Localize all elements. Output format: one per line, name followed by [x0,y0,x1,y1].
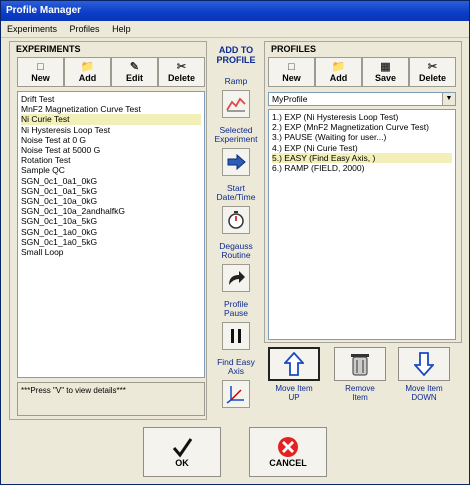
experiments-toolbar: □ New 📁 Add ✎ Edit ✂ Delete [17,57,205,87]
add-to-profile-title: ADD TO PROFILE [216,45,256,65]
experiment-list-item[interactable]: Noise Test at 0 G [21,135,201,145]
remove-item-button[interactable] [334,347,386,381]
add-find-easy-axis-button[interactable] [222,380,250,408]
save-profile-button[interactable]: ▦ Save [362,57,409,87]
delete-experiment-button[interactable]: ✂ Delete [158,57,205,87]
chevron-down-icon[interactable]: ▼ [442,93,455,105]
arrow-down-icon [414,352,434,376]
ok-button[interactable]: OK [143,427,221,477]
profile-list-item[interactable]: 3.) PAUSE (Waiting for user...) [272,132,452,142]
delete-profile-label: Delete [418,73,446,83]
new-experiment-label: New [31,73,50,83]
experiment-list-item[interactable]: Sample QC [21,165,201,175]
experiment-list-item[interactable]: SGN_0c1_1a0_5kG [21,237,201,247]
edit-icon: ✎ [129,61,140,73]
experiment-list-item[interactable]: Drift Test [21,94,201,104]
add-experiment-label: Add [78,73,97,83]
add-to-profile-column: ADD TO PROFILE Ramp Selected Experiment … [210,45,262,420]
cancel-icon [278,437,298,457]
experiment-list-item[interactable]: MnF2 Magnetization Curve Test [21,104,201,114]
add-profile-button[interactable]: 📁 Add [315,57,362,87]
pause-icon [231,329,241,343]
new-profile-button[interactable]: □ New [268,57,315,87]
profiles-panel: PROFILES □ New 📁 Add ▦ Save ✂ Delete MyP… [264,41,462,343]
remove-item-label: Remove Item [345,384,375,402]
add-pause-button[interactable] [222,322,250,350]
edit-experiment-button[interactable]: ✎ Edit [111,57,158,87]
folder-open-icon: 📁 [331,61,346,73]
new-profile-label: New [282,73,301,83]
experiment-list-item[interactable]: Noise Test at 5000 G [21,145,201,155]
experiment-list-item[interactable]: Small Loop [21,247,201,257]
experiment-list-item[interactable]: SGN_0c1_0a1_0kG [21,176,201,186]
add-degauss-button[interactable] [222,264,250,292]
profile-select-value: MyProfile [272,94,308,104]
move-item-up-button[interactable] [268,347,320,381]
experiment-list-item[interactable]: Ni Hysteresis Loop Test [21,125,201,135]
curved-arrow-icon [229,271,245,285]
new-icon: □ [37,61,44,73]
profiles-toolbar: □ New 📁 Add ▦ Save ✂ Delete [268,57,456,87]
profile-list-item[interactable]: 6.) RAMP (FIELD, 2000) [272,163,452,173]
arrow-right-icon [227,154,246,170]
experiment-list-item[interactable]: SGN_0c1_0a1_5kG [21,186,201,196]
start-datetime-label: Start Date/Time [216,183,256,202]
move-item-up-label: Move Item UP [275,384,313,402]
ok-label: OK [175,458,189,468]
experiment-list-item[interactable]: Ni Curie Test [21,114,201,125]
scissors-icon: ✂ [427,61,438,73]
profile-list-item[interactable]: 5.) EASY (Find Easy Axis, ) [272,152,452,164]
new-icon: □ [288,61,295,73]
move-item-down-button[interactable] [398,347,450,381]
experiment-list-item[interactable]: SGN_0c1_10a_0kG [21,196,201,206]
menu-bar: Experiments Profiles Help [1,21,469,38]
profile-items-list[interactable]: 1.) EXP (Ni Hysteresis Loop Test) 2.) EXP… [268,109,456,340]
details-note: ***Press "V" to view details*** [17,382,205,416]
axis-icon [226,386,244,404]
experiment-list-item[interactable]: Rotation Test [21,155,201,165]
find-easy-axis-label: Find Easy Axis [217,357,255,376]
arrow-up-icon [284,352,304,376]
ramp-icon [226,97,246,112]
delete-profile-button[interactable]: ✂ Delete [409,57,456,87]
window-title: Profile Manager [1,1,469,21]
profile-select[interactable]: MyProfile ▼ [268,92,456,106]
profile-list-item[interactable]: 1.) EXP (Ni Hysteresis Loop Test) [272,112,452,122]
add-experiment-button[interactable]: 📁 Add [64,57,111,87]
add-start-datetime-button[interactable] [222,206,250,234]
profile-pause-label: Profile Pause [223,299,249,318]
profiles-heading: PROFILES [271,44,317,54]
experiment-list-item[interactable]: SGN_0c1_1a0_0kG [21,227,201,237]
folder-open-icon: 📁 [80,61,95,73]
add-selected-experiment-button[interactable] [222,148,250,176]
move-item-down-label: Move Item DOWN [405,384,443,402]
ramp-label: Ramp [224,76,248,86]
experiment-list-item[interactable]: SGN_0c1_10a_5kG [21,216,201,226]
menu-help[interactable]: Help [112,24,131,34]
profile-manager-window: Profile Manager Experiments Profiles Hel… [0,0,470,485]
cancel-button[interactable]: CANCEL [249,427,327,477]
degauss-label: Degauss Routine [219,241,253,260]
add-ramp-button[interactable] [222,90,250,118]
experiment-list-item[interactable]: SGN_0c1_10a_2andhalfkG [21,206,201,216]
menu-experiments[interactable]: Experiments [7,24,57,34]
cancel-label: CANCEL [269,458,307,468]
save-profile-label: Save [374,73,397,83]
experiments-panel: EXPERIMENTS □ New 📁 Add ✎ Edit ✂ Delete … [9,41,207,420]
selected-experiment-label: Selected Experiment [214,125,258,144]
scissors-icon: ✂ [176,61,187,73]
menu-profiles[interactable]: Profiles [70,24,100,34]
delete-experiment-label: Delete [167,73,195,83]
edit-experiment-label: Edit [126,73,143,83]
stopwatch-icon [228,211,244,229]
checkmark-icon [172,438,193,458]
new-experiment-button[interactable]: □ New [17,57,64,87]
experiments-list[interactable]: Drift Test MnF2 Magnetization Curve Test N… [17,91,205,378]
profile-list-item[interactable]: 4.) EXP (Ni Curie Test) [272,143,452,153]
floppy-disk-icon: ▦ [380,61,391,73]
add-profile-label: Add [329,73,348,83]
experiments-heading: EXPERIMENTS [16,44,81,54]
trash-can-icon [351,354,369,376]
profile-list-item[interactable]: 2.) EXP (MnF2 Magnetization Curve Test) [272,122,452,132]
